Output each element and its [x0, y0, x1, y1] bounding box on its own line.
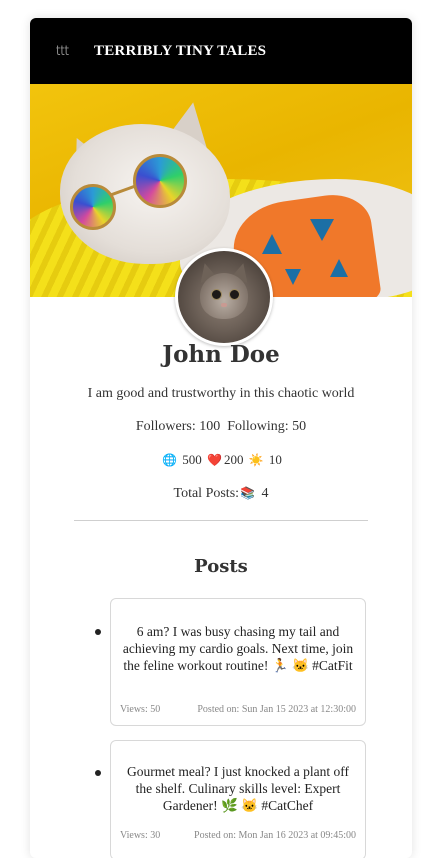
sun-count: 10 — [268, 452, 282, 467]
heart-icon: ❤️ — [207, 453, 222, 467]
posts-heading: Posts — [194, 556, 248, 577]
kitten-eye — [211, 289, 222, 300]
avatar[interactable] — [175, 248, 273, 346]
profile-stats: 🌐 500 ❤️ 200 ☀️ 10 — [30, 452, 412, 468]
post-card[interactable]: 6 am? I was busy chasing my tail and ach… — [110, 598, 366, 726]
sunglasses-lens — [70, 184, 116, 230]
globe-icon: 🌐 — [162, 453, 178, 467]
shirt-pattern — [310, 219, 334, 241]
profile-name: John Doe — [162, 341, 280, 368]
post-date: Posted on: Mon Jan 16 2023 at 09:45:00 — [194, 830, 356, 841]
brand-title[interactable]: TERRIBLY TINY TALES — [94, 43, 266, 60]
following-label: Following: — [227, 419, 289, 434]
post-text: 6 am? I was busy chasing my tail and ach… — [122, 624, 354, 673]
app-header: ttt TERRIBLY TINY TALES — [30, 18, 412, 84]
total-posts-count: 4 — [261, 486, 269, 501]
kitten-nose — [221, 303, 227, 307]
total-posts-label: Total Posts: — [173, 486, 240, 501]
list-bullet — [95, 770, 101, 776]
post-meta: Views: 30 Posted on: Mon Jan 16 2023 at … — [120, 830, 356, 841]
list-bullet — [95, 629, 101, 635]
books-icon: 📚 — [240, 486, 255, 500]
heart-count: 200 — [223, 452, 244, 467]
globe-count: 500 — [182, 452, 202, 467]
followers-count[interactable]: 100 — [199, 419, 220, 434]
profile-card: ttt TERRIBLY TINY TALES John Doe I am go… — [30, 18, 412, 858]
post-date: Posted on: Sun Jan 15 2023 at 12:30:00 — [197, 704, 356, 715]
sun-icon: ☀️ — [248, 453, 264, 467]
shirt-pattern — [330, 259, 348, 277]
section-divider — [74, 520, 368, 521]
profile-bio: I am good and trustworthy in this chaoti… — [87, 386, 355, 401]
post-views: Views: 50 — [120, 704, 161, 715]
following-count[interactable]: 50 — [292, 419, 306, 434]
brand-logo[interactable]: ttt — [56, 44, 88, 59]
follow-counts: Followers: 100 Following: 50 — [30, 419, 412, 435]
post-meta: Views: 50 Posted on: Sun Jan 15 2023 at … — [120, 704, 356, 715]
shirt-pattern — [262, 234, 282, 254]
post-card[interactable]: Gourmet meal? I just knocked a plant off… — [110, 740, 366, 858]
avatar-image — [178, 251, 270, 343]
post-text: Gourmet meal? I just knocked a plant off… — [126, 764, 350, 813]
total-posts: Total Posts:📚 4 — [30, 486, 412, 502]
kitten-eye — [229, 289, 240, 300]
shirt-pattern — [285, 269, 301, 285]
followers-label: Followers: — [135, 419, 196, 434]
post-views: Views: 30 — [120, 830, 161, 841]
kitten-face — [200, 273, 248, 319]
sunglasses-lens — [133, 154, 187, 208]
